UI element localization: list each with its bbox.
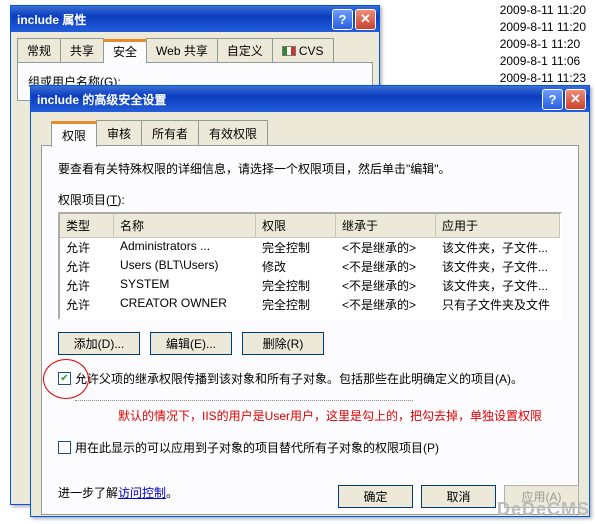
- list-row[interactable]: 允许SYSTEM完全控制<不是继承的>该文件夹，子文件...: [60, 276, 560, 295]
- col-name[interactable]: 名称: [114, 214, 256, 237]
- col-inherited[interactable]: 继承于: [336, 214, 436, 237]
- bg-date: 2009-8-11 11:20: [500, 2, 586, 19]
- replace-label: 用在此显示的可以应用到子对象的项目替代所有子对象的权限项目(P): [75, 440, 439, 456]
- list-row[interactable]: 允许CREATOR OWNER完全控制<不是继承的>只有子文件夹及文件: [60, 295, 560, 314]
- titlebar[interactable]: include 属性 ? ✕: [11, 6, 379, 32]
- instruction-text: 要查看有关特殊权限的详细信息，请选择一个权限项目，然后单击"编辑"。: [58, 160, 562, 177]
- tab-auditing[interactable]: 审核: [96, 120, 142, 146]
- col-type[interactable]: 类型: [60, 214, 114, 237]
- tab-websharing[interactable]: Web 共享: [146, 38, 218, 62]
- window-title: include 的高级安全设置: [37, 91, 540, 108]
- annotation-note: 默认的情况下，IIS的用户是User用户，这里是勾上的，把勾去掉，单独设置权限: [118, 407, 562, 424]
- cvs-icon: [282, 46, 296, 56]
- replace-checkbox[interactable]: [58, 441, 71, 454]
- advanced-tabs: 权限 审核 所有者 有效权限: [51, 120, 579, 146]
- close-icon[interactable]: ✕: [355, 9, 376, 30]
- watermark: DeDeCMS: [497, 499, 590, 520]
- remove-button[interactable]: 删除(R): [242, 332, 324, 355]
- help-icon[interactable]: ?: [332, 9, 353, 30]
- tab-custom[interactable]: 自定义: [217, 38, 273, 62]
- inherit-checkbox[interactable]: ✔: [58, 372, 71, 385]
- permissions-list[interactable]: 类型 名称 权限 继承于 应用于 允许Administrators ...完全控…: [58, 212, 562, 320]
- col-apply[interactable]: 应用于: [436, 214, 560, 237]
- advanced-security-window: include 的高级安全设置 ? ✕ 权限 审核 所有者 有效权限 要查看有关…: [30, 85, 590, 517]
- window-title: include 属性: [17, 11, 330, 28]
- tab-general[interactable]: 常规: [17, 38, 61, 62]
- titlebar[interactable]: include 的高级安全设置 ? ✕: [31, 86, 589, 112]
- tab-owner[interactable]: 所有者: [141, 120, 199, 146]
- bg-date: 2009-8-11 11:20: [500, 19, 586, 36]
- bg-date: 2009-8-1 11:20: [500, 36, 586, 53]
- add-button[interactable]: 添加(D)...: [58, 332, 140, 355]
- bg-date: 2009-8-1 11:06: [500, 53, 586, 70]
- help-icon[interactable]: ?: [542, 89, 563, 110]
- access-control-link[interactable]: 访问控制: [118, 486, 166, 500]
- tab-permissions[interactable]: 权限: [51, 121, 97, 147]
- list-row[interactable]: 允许Users (BLT\Users)修改<不是继承的>该文件夹，子文件...: [60, 257, 560, 276]
- tab-cvs[interactable]: CVS: [272, 38, 334, 62]
- tab-security[interactable]: 安全: [103, 39, 147, 63]
- tab-effective[interactable]: 有效权限: [198, 120, 268, 146]
- col-perm[interactable]: 权限: [256, 214, 336, 237]
- properties-tabs: 常规 共享 安全 Web 共享 自定义 CVS: [17, 38, 373, 63]
- close-icon[interactable]: ✕: [565, 89, 586, 110]
- cancel-button[interactable]: 取消: [421, 485, 496, 508]
- list-header: 类型 名称 权限 继承于 应用于: [60, 214, 560, 238]
- edit-button[interactable]: 编辑(E)...: [150, 332, 232, 355]
- list-row[interactable]: 允许Administrators ...完全控制<不是继承的>该文件夹，子文件.…: [60, 238, 560, 257]
- ok-button[interactable]: 确定: [338, 485, 413, 508]
- inherit-label: 允许父项的继承权限传播到该对象和所有子对象。包括那些在此明确定义的项目(A)。: [75, 371, 523, 403]
- permissions-label: 权限项目(T):: [58, 191, 562, 208]
- tab-sharing[interactable]: 共享: [60, 38, 104, 62]
